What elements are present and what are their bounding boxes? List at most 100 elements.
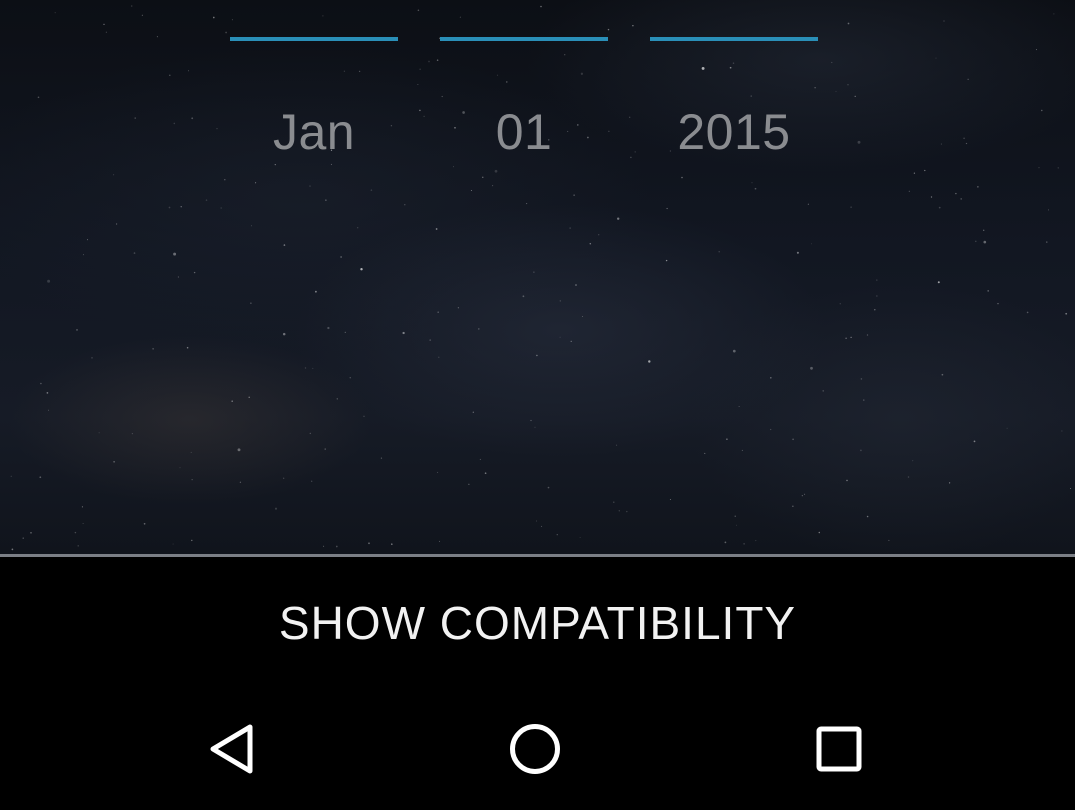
star (801, 495, 803, 497)
star (718, 251, 720, 253)
star (344, 331, 346, 334)
star (807, 203, 810, 205)
month-value[interactable]: Jan (230, 100, 398, 164)
star (810, 243, 812, 245)
star (792, 438, 794, 441)
star (357, 227, 359, 229)
action-bar: SHOW COMPATIBILITY (0, 557, 1075, 687)
star (248, 396, 250, 399)
star (190, 451, 192, 453)
star (648, 360, 651, 363)
star (311, 480, 313, 482)
star (598, 234, 600, 236)
star (315, 290, 317, 293)
star (391, 543, 393, 545)
star (526, 203, 528, 205)
day-selection-divider (440, 37, 608, 41)
star (168, 206, 171, 209)
star (437, 471, 439, 473)
star (589, 242, 592, 245)
star (948, 482, 951, 484)
star (541, 525, 543, 527)
star (613, 501, 615, 503)
star (536, 354, 538, 357)
navigation-bar (0, 687, 1075, 810)
star (876, 279, 878, 281)
star (810, 366, 813, 370)
star (530, 419, 532, 422)
star (738, 405, 740, 407)
month-selection-divider (230, 37, 398, 41)
star (618, 510, 620, 512)
star (82, 523, 84, 525)
year-selection-divider (650, 37, 818, 41)
star (457, 307, 460, 309)
star (335, 545, 338, 548)
star (30, 531, 32, 534)
month-picker[interactable]: Jan (230, 0, 400, 180)
star (237, 448, 241, 452)
star (860, 378, 863, 380)
star (87, 239, 89, 241)
star (250, 225, 252, 227)
star (472, 411, 474, 413)
star (368, 542, 370, 545)
day-value[interactable]: 01 (440, 100, 608, 164)
star (327, 326, 330, 330)
star (323, 545, 325, 547)
star (131, 432, 134, 435)
day-picker[interactable]: 01 (440, 0, 610, 180)
show-compatibility-button[interactable]: SHOW COMPATIBILITY (0, 575, 1075, 671)
star (522, 295, 525, 298)
star (304, 367, 307, 369)
star (1046, 241, 1048, 243)
star (40, 382, 42, 385)
star (975, 240, 977, 243)
star (734, 515, 736, 517)
star (888, 539, 890, 541)
star (47, 279, 51, 283)
star (83, 254, 85, 256)
star (191, 539, 193, 542)
star (863, 399, 865, 401)
date-picker: Jan 01 2015 (0, 0, 1075, 200)
screen: Jan 01 2015 SHOW COMPATIBILITY (0, 0, 1075, 810)
star (47, 409, 49, 411)
back-button[interactable] (173, 687, 293, 810)
star (616, 444, 618, 446)
year-value[interactable]: 2015 (650, 100, 818, 164)
star (770, 428, 772, 431)
recents-button[interactable] (779, 687, 899, 810)
star (180, 206, 182, 208)
star (937, 281, 940, 284)
star (402, 331, 405, 335)
star (839, 303, 841, 305)
star (91, 357, 93, 359)
star (626, 510, 628, 513)
star (239, 481, 242, 483)
star (349, 377, 351, 379)
star (987, 290, 990, 292)
star (231, 400, 233, 402)
starry-wallpaper: Jan 01 2015 (0, 0, 1075, 555)
star (340, 256, 342, 258)
star (380, 457, 383, 459)
back-triangle-icon (210, 724, 253, 773)
star (860, 449, 862, 452)
year-picker[interactable]: 2015 (650, 0, 820, 180)
home-button[interactable] (475, 687, 595, 810)
star (309, 432, 311, 435)
star (570, 340, 572, 343)
star (724, 541, 727, 544)
star (282, 332, 286, 336)
star (850, 336, 852, 339)
star (973, 440, 976, 443)
star (617, 217, 620, 220)
star (941, 373, 944, 376)
recents-square-icon (816, 726, 862, 771)
star (792, 505, 794, 507)
star (173, 252, 177, 256)
star (874, 308, 876, 311)
star (938, 206, 941, 209)
star (533, 271, 535, 273)
